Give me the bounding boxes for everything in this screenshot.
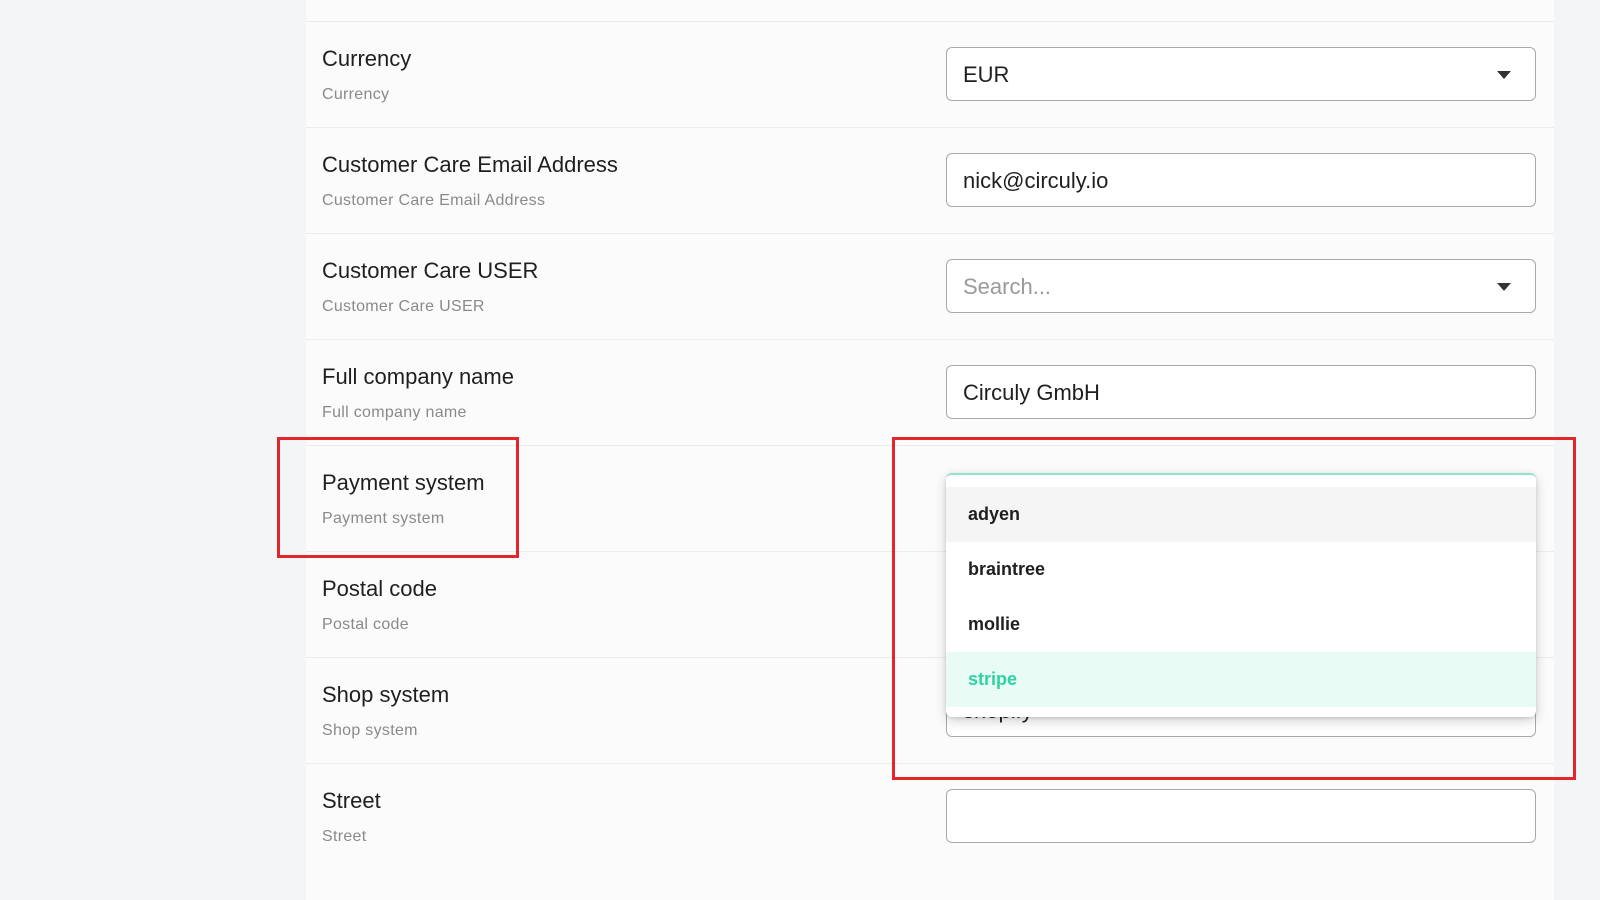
field-label: Customer Care USER <box>322 258 539 283</box>
customer-care-email-value: nick@circuly.io <box>963 168 1109 193</box>
field-label: Payment system <box>322 470 485 495</box>
field-sublabel: Customer Care USER <box>322 298 485 315</box>
form-row-currency: Currency Currency EUR <box>306 21 1554 127</box>
customer-care-email-input[interactable]: nick@circuly.io <box>946 153 1536 207</box>
field-sublabel: Shop system <box>322 722 418 739</box>
currency-select-value: EUR <box>963 62 1010 87</box>
currency-select[interactable]: EUR <box>946 47 1536 101</box>
form-row-full-company-name: Full company name Full company name Circ… <box>306 339 1554 445</box>
field-label: Full company name <box>322 364 514 389</box>
field-sublabel: Full company name <box>322 404 467 421</box>
chevron-down-icon[interactable] <box>1497 71 1511 79</box>
dropdown-option-adyen[interactable]: adyen <box>946 487 1536 542</box>
customer-care-user-placeholder: Search... <box>963 274 1052 299</box>
customer-care-user-select[interactable]: Search... <box>946 259 1536 313</box>
form-row-street: Street Street <box>306 763 1554 869</box>
dropdown-option-mollie[interactable]: mollie <box>946 597 1536 652</box>
field-label: Street <box>322 788 381 813</box>
field-label: Shop system <box>322 682 450 707</box>
field-sublabel: Payment system <box>322 510 445 527</box>
field-sublabel: Street <box>322 828 367 845</box>
field-label: Postal code <box>322 576 437 601</box>
full-company-name-value: Circuly GmbH <box>963 380 1100 405</box>
payment-system-dropdown[interactable]: adyen braintree mollie stripe <box>946 473 1536 717</box>
field-label: Customer Care Email Address <box>322 152 618 177</box>
street-input[interactable] <box>946 789 1536 843</box>
chevron-down-icon[interactable] <box>1497 283 1511 291</box>
field-sublabel: Postal code <box>322 616 409 633</box>
full-company-name-input[interactable]: Circuly GmbH <box>946 365 1536 419</box>
field-sublabel: Currency <box>322 86 390 103</box>
form-row-customer-care-user: Customer Care USER Customer Care USER Se… <box>306 233 1554 339</box>
field-label: Currency <box>322 46 412 71</box>
form-row-customer-care-email: Customer Care Email Address Customer Car… <box>306 127 1554 233</box>
dropdown-option-stripe[interactable]: stripe <box>946 652 1536 707</box>
field-sublabel: Customer Care Email Address <box>322 192 546 209</box>
dropdown-option-braintree[interactable]: braintree <box>946 542 1536 597</box>
